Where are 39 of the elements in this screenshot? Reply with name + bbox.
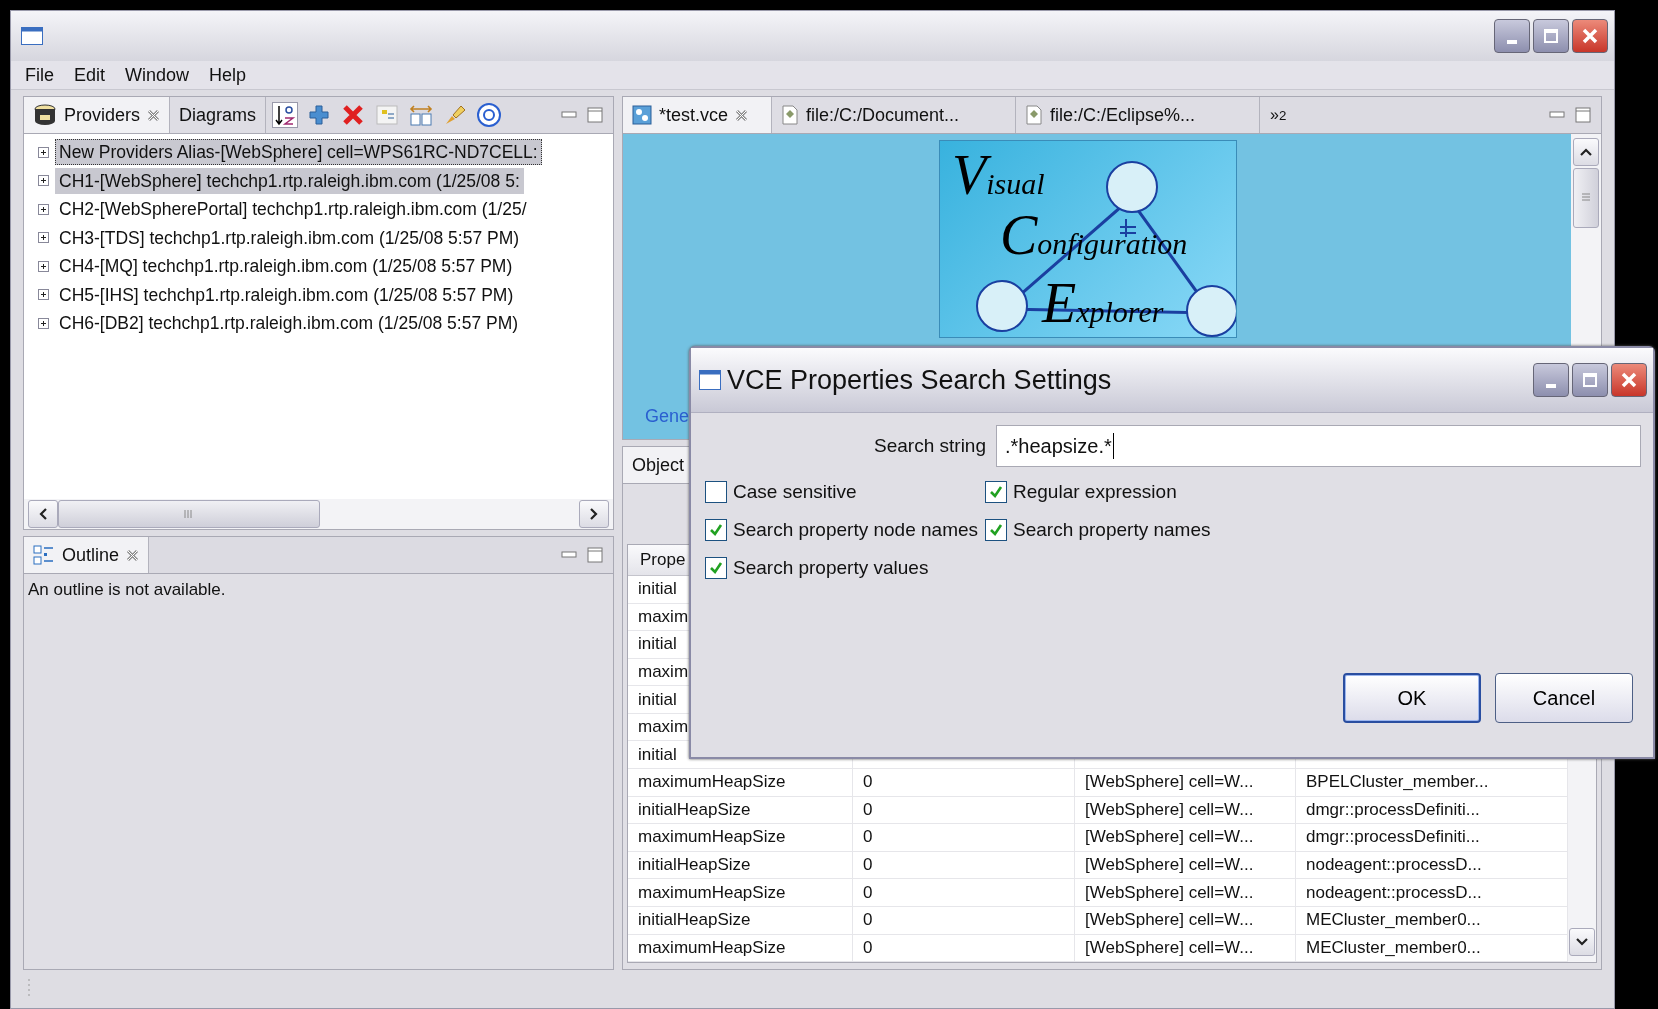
table-cell: maximumHeapSize [638,827,786,848]
table-cell: [WebSphere] cell=W... [1085,855,1254,876]
table-cell: [WebSphere] cell=W... [1085,910,1254,931]
table-cell: MECluster_member0... [1306,937,1481,958]
table-cell: initial [638,579,677,600]
table-cell: initialHeapSize [638,855,751,876]
table-cell: maxim [638,662,689,682]
table-cell: maxim [638,717,689,738]
table-cell: maxim [638,606,689,627]
table-cell: initialHeapSize [638,910,751,931]
table-cell: 0 [863,799,873,820]
table-cell: initial [638,689,677,710]
dialog-title: VCE Properties Search Settings [727,364,1112,396]
logo-text: Visual [952,147,1045,203]
table-cell: MECluster_member0... [1306,910,1481,931]
table-cell: [WebSphere] cell=W... [1085,937,1254,958]
table-cell: [WebSphere] cell=W... [1085,882,1254,903]
field-label: Search string [873,435,986,457]
table-cell: dmgr::processDefiniti... [1306,799,1480,820]
table-cell: nodeagent::processD... [1306,855,1482,876]
table-cell: maximumHeapSize [638,772,786,793]
table-cell: initial [638,744,677,765]
table-cell: [WebSphere] cell=W... [1085,799,1254,820]
table-cell: 0 [863,882,873,903]
table-cell: [WebSphere] cell=W... [1085,772,1254,793]
table-cell: 0 [863,937,873,958]
table-cell: maximumHeapSize [638,882,786,903]
table-cell: BPELCluster_member... [1306,772,1489,793]
table-cell: dmgr::processDefiniti... [1306,827,1480,848]
table-cell: 0 [863,910,873,931]
table-cell: 0 [863,827,873,848]
table-cell: maximumHeapSize [638,937,786,958]
table-cell: initialHeapSize [638,799,751,820]
empty-message: An outline is not available. [28,580,226,599]
table-cell: [WebSphere] cell=W... [1085,827,1254,848]
table-cell: nodeagent::processD... [1306,882,1482,903]
table-cell: 0 [863,855,873,876]
table-cell: initial [638,634,677,655]
table-cell: 0 [863,772,873,793]
